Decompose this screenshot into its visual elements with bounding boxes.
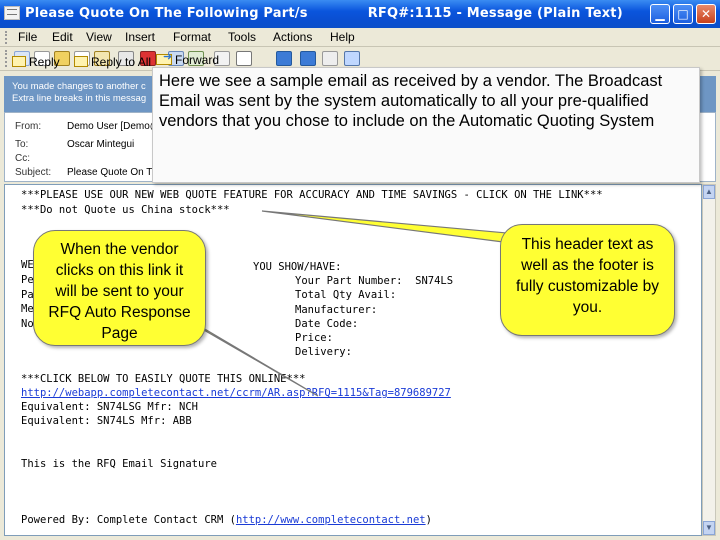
body-partial-line: Me [21, 303, 34, 315]
forward-icon [156, 50, 172, 65]
part-number-value: SN74LS [415, 275, 454, 287]
part-number-row: Your Part Number: SN74LS [295, 275, 453, 287]
delivery-label: Delivery: [295, 346, 352, 358]
subject-row: Subject: Please Quote On The [15, 167, 164, 179]
to-value[interactable]: Oscar Mintegui [67, 139, 134, 150]
reply-button[interactable]: Reply [12, 55, 60, 69]
date-code-label: Date Code: [295, 318, 359, 330]
to-label: To: [15, 139, 29, 150]
from-value[interactable]: Demo User [Demo@ [67, 121, 160, 132]
cc-row: Cc: [15, 153, 67, 165]
menu-insert[interactable]: Insert [125, 30, 155, 44]
powered-by-link[interactable]: http://www.completecontact.net [236, 514, 426, 526]
price-label: Price: [295, 332, 333, 344]
scroll-down-icon[interactable]: ▼ [703, 521, 715, 535]
equivalent-line-1: Equivalent: SN74LSG Mfr: NCH [21, 401, 199, 413]
customizable-text-callout: This header text as well as the footer i… [500, 224, 675, 336]
outlook-message-window: Please Quote On The Following Part/s RFQ#… [0, 0, 720, 540]
equivalent-line-2: Equivalent: SN74LS Mfr: ABB [21, 415, 192, 427]
from-row: From: Demo User [Demo@ [15, 121, 160, 133]
reply-to-all-label: Reply to All [91, 55, 152, 69]
forward-label: Forward [175, 53, 220, 67]
to-row: To: Oscar Mintegui [15, 139, 134, 151]
subject-value: Please Quote On The [67, 167, 164, 178]
body-partial-line: WE [21, 259, 34, 271]
email-signature: This is the RFQ Email Signature [21, 458, 217, 470]
body-partial-line: Pa [21, 289, 34, 301]
menu-view[interactable]: View [86, 30, 112, 44]
message-icon [4, 6, 20, 20]
forward-button[interactable]: Forward [156, 50, 220, 67]
minimize-button[interactable]: ▁ [650, 4, 670, 24]
powered-by-line: Powered By: Complete Contact CRM (http:/… [21, 514, 432, 526]
part-number-label: Your Part Number: [295, 275, 403, 287]
body-partial-line: Pe [21, 274, 34, 286]
powered-by-text: Powered By: Complete Contact CRM ( [21, 514, 236, 526]
reply-to-all-button[interactable]: Reply to All [74, 55, 151, 69]
vertical-scrollbar[interactable]: ▲ ▼ [702, 184, 716, 536]
menu-grip [5, 31, 8, 44]
powered-by-end: ) [425, 514, 432, 526]
body-header-line-1: ***PLEASE USE OUR NEW WEB QUOTE FEATURE … [21, 189, 603, 201]
total-qty-label: Total Qty Avail: [295, 289, 397, 301]
link-explanation-callout: When the vendor clicks on this link it w… [33, 230, 206, 346]
menu-divider [0, 46, 720, 47]
reply-all-icon [74, 56, 88, 67]
manufacturer-label: Manufacturer: [295, 304, 378, 316]
next-item-icon[interactable] [300, 51, 316, 66]
cc-label: Cc: [15, 153, 30, 164]
font-size-icon[interactable] [236, 51, 252, 66]
menu-bar: File Edit View Insert Format Tools Actio… [0, 28, 720, 46]
scroll-up-icon[interactable]: ▲ [703, 185, 715, 199]
reply-label: Reply [29, 55, 60, 69]
title-bar[interactable]: Please Quote On The Following Part/s RFQ#… [0, 0, 720, 28]
body-partial-line: No [21, 318, 34, 330]
auto-response-link[interactable]: http://webapp.completecontact.net/ccrm/A… [21, 387, 451, 399]
maximize-button[interactable]: □ [673, 4, 693, 24]
subject-label: Subject: [15, 167, 52, 178]
reply-icon [12, 56, 26, 67]
menu-help[interactable]: Help [330, 30, 355, 44]
menu-edit[interactable]: Edit [52, 30, 73, 44]
font-icon[interactable] [322, 51, 338, 66]
menu-file[interactable]: File [18, 30, 37, 44]
previous-item-icon[interactable] [276, 51, 292, 66]
reply-toolbar: Reply Reply to All [0, 53, 152, 73]
click-below-text: ***CLICK BELOW TO EASILY QUOTE THIS ONLI… [21, 373, 306, 385]
menu-format[interactable]: Format [173, 30, 211, 44]
menu-tools[interactable]: Tools [228, 30, 256, 44]
you-show-label: YOU SHOW/HAVE: [253, 261, 342, 273]
window-title: Please Quote On The Following Part/s RFQ#… [25, 6, 623, 21]
close-button[interactable]: ✕ [696, 4, 716, 24]
body-header-line-2: ***Do not Quote us China stock*** [21, 204, 230, 216]
help-icon[interactable] [344, 51, 360, 66]
main-explanation-callout: Here we see a sample email as received b… [152, 67, 700, 183]
menu-actions[interactable]: Actions [273, 30, 312, 44]
from-label: From: [15, 121, 42, 132]
